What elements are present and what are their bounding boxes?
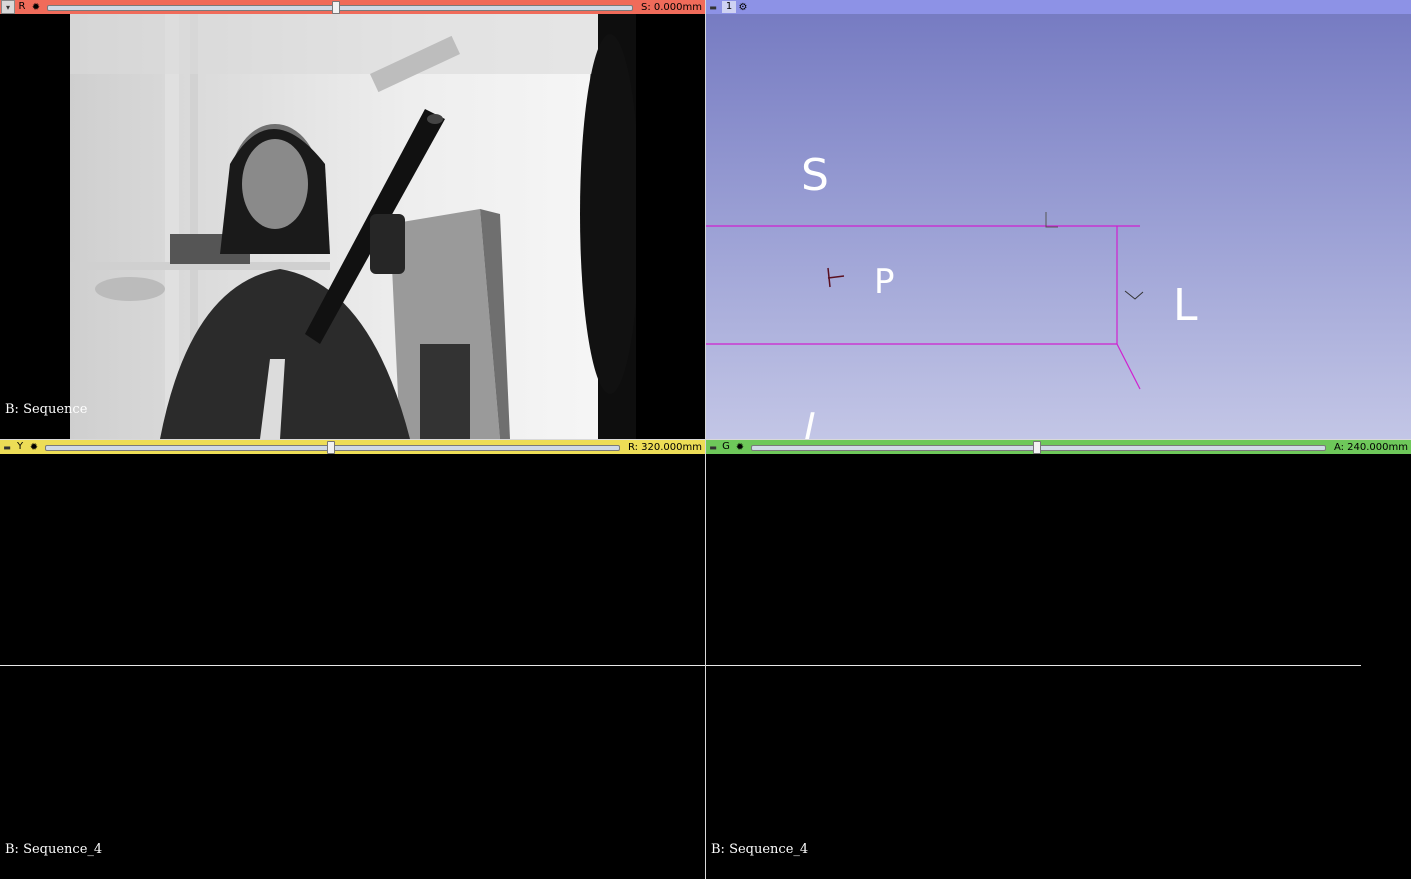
gear-icon[interactable]: ✹	[29, 1, 43, 13]
slice-offset-slider[interactable]	[45, 441, 620, 454]
slider-handle[interactable]	[1033, 441, 1041, 454]
yellow-slice-view[interactable]: ▬ Y ✹ R: 320.000mm B: Sequence_4	[0, 440, 705, 879]
gear-icon[interactable]: ✹	[27, 441, 41, 453]
axis-label-superior: S	[801, 150, 829, 201]
slice-image-line	[0, 665, 705, 666]
view-letter: Y	[16, 441, 24, 452]
background-layer-label: B: Sequence_4	[711, 842, 809, 857]
slider-handle[interactable]	[332, 1, 340, 14]
red-view-controller-bar: ▾ R ✹ S: 0.000mm	[0, 0, 705, 14]
red-slice-view[interactable]: ▾ R ✹ S: 0.000mm B: Sequence	[0, 0, 705, 439]
3d-view[interactable]: ▬ 1 ⚙ S P L I	[706, 0, 1411, 439]
slice-offset-label: R: 320.000mm	[627, 441, 702, 453]
background-layer-label: B: Sequence	[5, 402, 88, 417]
video-frame-image	[70, 14, 636, 439]
slice-offset-label: S: 0.000mm	[640, 1, 702, 13]
pin-icon[interactable]: ▾	[1, 0, 15, 14]
slice-offset-slider[interactable]	[47, 1, 633, 14]
view-letter: G	[722, 441, 730, 452]
axis-label-left: L	[1173, 280, 1198, 331]
slider-handle[interactable]	[327, 441, 335, 454]
slice-offset-slider[interactable]	[751, 441, 1326, 454]
green-slice-view[interactable]: ▬ G ✹ A: 240.000mm B: Sequence_4	[706, 440, 1411, 879]
background-layer-label: B: Sequence_4	[5, 842, 103, 857]
3d-scene	[706, 212, 1144, 390]
slice-offset-label: A: 240.000mm	[1333, 441, 1408, 453]
slice-image-line	[706, 665, 1361, 666]
view-divider-horizontal	[0, 439, 1411, 440]
yellow-view-controller-bar: ▬ Y ✹ R: 320.000mm	[0, 440, 705, 454]
axis-label-posterior: P	[874, 262, 895, 302]
green-view-controller-bar: ▬ G ✹ A: 240.000mm	[706, 440, 1411, 454]
pin-icon[interactable]: ▬	[707, 441, 719, 453]
view-letter: R	[18, 1, 26, 12]
gear-icon[interactable]: ✹	[733, 441, 747, 453]
pin-icon[interactable]: ▬	[1, 441, 13, 453]
